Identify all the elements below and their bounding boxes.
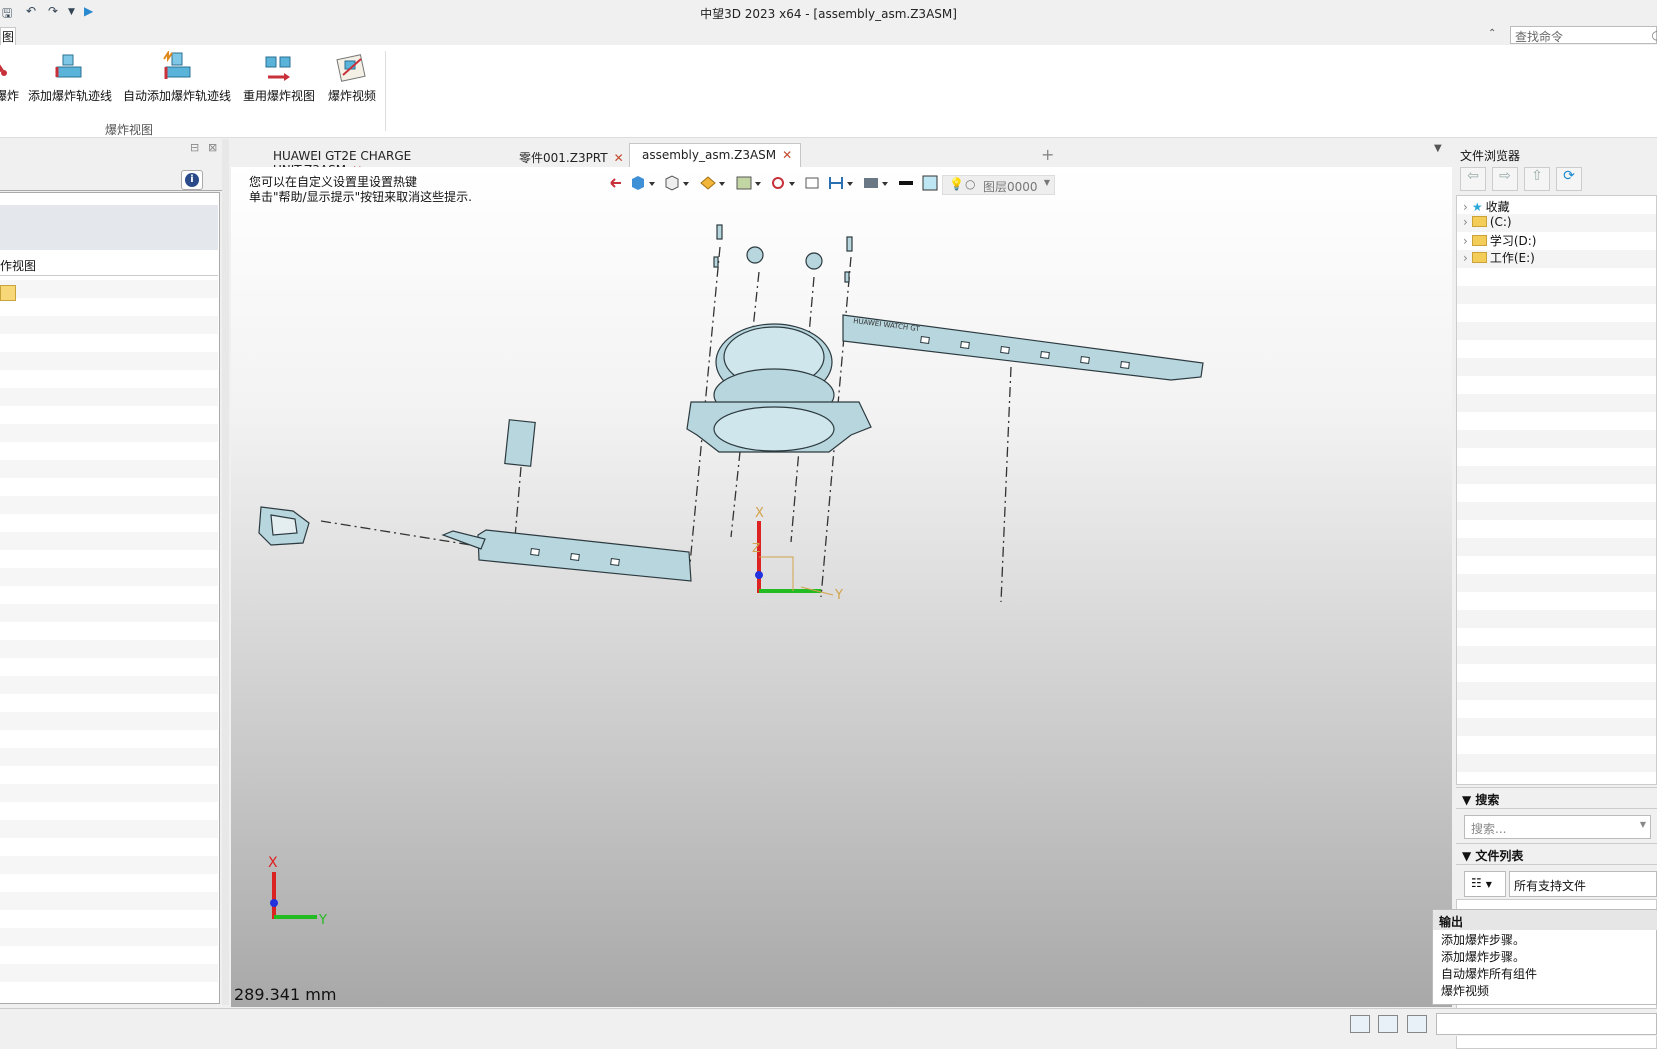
- svg-text:X: X: [268, 855, 278, 871]
- exploded-assembly-model[interactable]: HUAWEI WATCH GT X Y Z X Y: [231, 167, 1452, 1007]
- back-icon[interactable]: ⇦: [1460, 167, 1486, 191]
- add-trail-icon: [55, 54, 82, 78]
- ribbon-tab[interactable]: 图: [0, 27, 16, 45]
- chevron-down-icon: ▼: [1639, 820, 1646, 829]
- measure-readout: 289.341 mm: [234, 985, 337, 1004]
- output-line: 添加爆炸步骤。: [1441, 950, 1526, 964]
- add-explode-trail-button[interactable]: 添加爆炸轨迹线: [27, 51, 113, 104]
- explode-icon: [0, 64, 7, 76]
- left-panel: ⊟ ⊠ i 作视图: [0, 139, 229, 1005]
- svg-text:X: X: [755, 506, 764, 521]
- tab-assembly-asm[interactable]: assembly_asm.Z3ASM ✕: [629, 143, 801, 167]
- forward-icon[interactable]: ⇨: [1492, 167, 1518, 191]
- command-search-input[interactable]: 查找命令 ○: [1510, 26, 1657, 44]
- left-panel-splitter[interactable]: [222, 139, 229, 1005]
- svg-text:Y: Y: [834, 588, 843, 603]
- button-part[interactable]: [805, 252, 823, 270]
- list-view-icon: ☷: [1471, 876, 1482, 890]
- command-search-placeholder: 查找命令: [1515, 30, 1564, 44]
- screw-part[interactable]: [846, 236, 853, 252]
- chevron-down-icon: ▼: [1462, 849, 1476, 863]
- output-panel: 输出 添加爆炸步骤。 添加爆炸步骤。 自动爆炸所有组件 爆炸视频: [1432, 909, 1657, 1005]
- text-toggle-icon[interactable]: [1350, 1015, 1370, 1033]
- video-icon: [336, 54, 366, 82]
- search-icon: ○: [1651, 28, 1657, 42]
- pin-part[interactable]: [713, 256, 719, 268]
- 3d-viewport[interactable]: 您可以在自定义设置里设置热键 单击"帮助/显示提示"按钮来取消这些提示. 💡 ○…: [231, 167, 1452, 1007]
- button-part[interactable]: [746, 246, 764, 264]
- tab-gt2e-charge-unit[interactable]: HUAWEI GT2E CHARGE UNIT.Z3ASM✕: [261, 145, 499, 177]
- panel-menu-icon[interactable]: ▼: [1434, 143, 1442, 154]
- ribbon-group-label: 爆炸视图: [104, 123, 153, 137]
- group-divider: [385, 51, 386, 131]
- lower-strap[interactable]: [477, 529, 692, 582]
- watch-case-ring[interactable]: [713, 406, 835, 452]
- title-bar: 🖫 ↶ ↷ ▼ ▶ 中望3D 2023 x64 - [assembly_asm.…: [0, 0, 1657, 25]
- tree-item-drive-c[interactable]: › (C:): [1463, 215, 1512, 229]
- explode-trail-lines: [320, 246, 1012, 603]
- auto-add-explode-trail-button[interactable]: 自动添加爆炸轨迹线: [122, 51, 232, 104]
- pin-part[interactable]: [844, 271, 850, 283]
- document-tab-bar: HUAWEI GT2E CHARGE UNIT.Z3ASM✕ 零件001.Z3P…: [229, 139, 1452, 177]
- file-browser-panel: 文件浏览器 ⇦ ⇨ ⇧ ⟳ › ★ 收藏 › (C:) › 学习(D:) › 工作(E:)…: [1456, 139, 1657, 1049]
- file-type-filter[interactable]: 所有支持文件: [1509, 871, 1657, 897]
- svg-text:Z: Z: [752, 541, 760, 555]
- panel-float-icon[interactable]: ⊟: [190, 141, 199, 154]
- ribbon: 爆炸 添加爆炸轨迹线 自动添加爆炸轨迹线 重用爆炸视图 爆炸视频 爆炸视图: [0, 45, 1657, 138]
- tree-item-drive-d[interactable]: › 学习(D:): [1463, 232, 1536, 249]
- chevron-down-icon: ▼: [1485, 880, 1492, 889]
- view-mode-button[interactable]: ☷ ▼: [1464, 871, 1506, 897]
- screw-part[interactable]: [716, 224, 723, 240]
- display-toggle-icon[interactable]: [1378, 1015, 1398, 1033]
- auto-trail-icon: [163, 51, 191, 79]
- file-list-section-header[interactable]: ▼ 文件列表: [1456, 843, 1657, 865]
- info-button[interactable]: i: [181, 170, 203, 190]
- explode-button[interactable]: 爆炸: [0, 51, 22, 104]
- tree-item-drive-e[interactable]: › 工作(E:): [1463, 249, 1535, 266]
- folder-icon: [1471, 235, 1487, 246]
- output-line: 自动爆炸所有组件: [1441, 967, 1538, 981]
- search-section-header[interactable]: ▼ 搜索: [1456, 787, 1657, 809]
- close-icon[interactable]: ✕: [782, 148, 792, 162]
- charging-block[interactable]: [504, 419, 536, 467]
- star-icon: ★: [1471, 200, 1483, 214]
- close-icon[interactable]: ✕: [614, 151, 624, 165]
- left-panel-header: ⊟ ⊠: [0, 139, 229, 159]
- output-line: 添加爆炸步骤。: [1441, 933, 1526, 947]
- refresh-icon[interactable]: ⟳: [1556, 167, 1582, 191]
- explode-view-tree: 作视图: [0, 192, 220, 1004]
- folder-icon: [1471, 252, 1487, 263]
- panel-close-icon[interactable]: ⊠: [208, 141, 217, 154]
- file-search-input[interactable]: 搜索... ▼: [1464, 815, 1651, 839]
- view-orientation-triad: X Y: [268, 855, 327, 928]
- status-bar: [0, 1008, 1657, 1036]
- explode-video-button[interactable]: 爆炸视频: [326, 51, 378, 104]
- tree-header-area: [0, 205, 218, 250]
- tree-rows: [0, 280, 218, 1000]
- tab-part001[interactable]: 零件001.Z3PRT ✕: [507, 145, 627, 167]
- model-triad: X Y Z: [752, 506, 843, 603]
- panel-toggle-icon[interactable]: [1407, 1015, 1427, 1033]
- folder-icon[interactable]: [0, 285, 16, 301]
- command-input[interactable]: [1436, 1013, 1657, 1035]
- chevron-down-icon: ▼: [1462, 793, 1476, 807]
- up-icon[interactable]: ⇧: [1524, 167, 1550, 191]
- output-title: 输出: [1433, 910, 1657, 930]
- svg-text:Y: Y: [318, 913, 327, 928]
- tree-item-favorites[interactable]: › ★ 收藏: [1463, 198, 1510, 215]
- strap-tip[interactable]: [441, 530, 486, 550]
- output-line: 爆炸视频: [1441, 984, 1490, 998]
- file-browser-title: 文件浏览器: [1460, 149, 1521, 163]
- collapse-ribbon-icon[interactable]: ⌃: [1488, 28, 1496, 39]
- info-icon: i: [185, 173, 199, 187]
- ribbon-tab-row: 图: [0, 25, 1657, 45]
- window-title: 中望3D 2023 x64 - [assembly_asm.Z3ASM]: [700, 7, 957, 21]
- reuse-explode-view-button[interactable]: 重用爆炸视图: [242, 51, 316, 104]
- file-tree: › ★ 收藏 › (C:) › 学习(D:) › 工作(E:): [1456, 195, 1657, 785]
- add-tab-icon[interactable]: +: [1041, 145, 1054, 164]
- reuse-view-icon: [265, 56, 291, 81]
- folder-icon: [1471, 216, 1487, 227]
- tree-column-header: 作视图: [0, 254, 218, 276]
